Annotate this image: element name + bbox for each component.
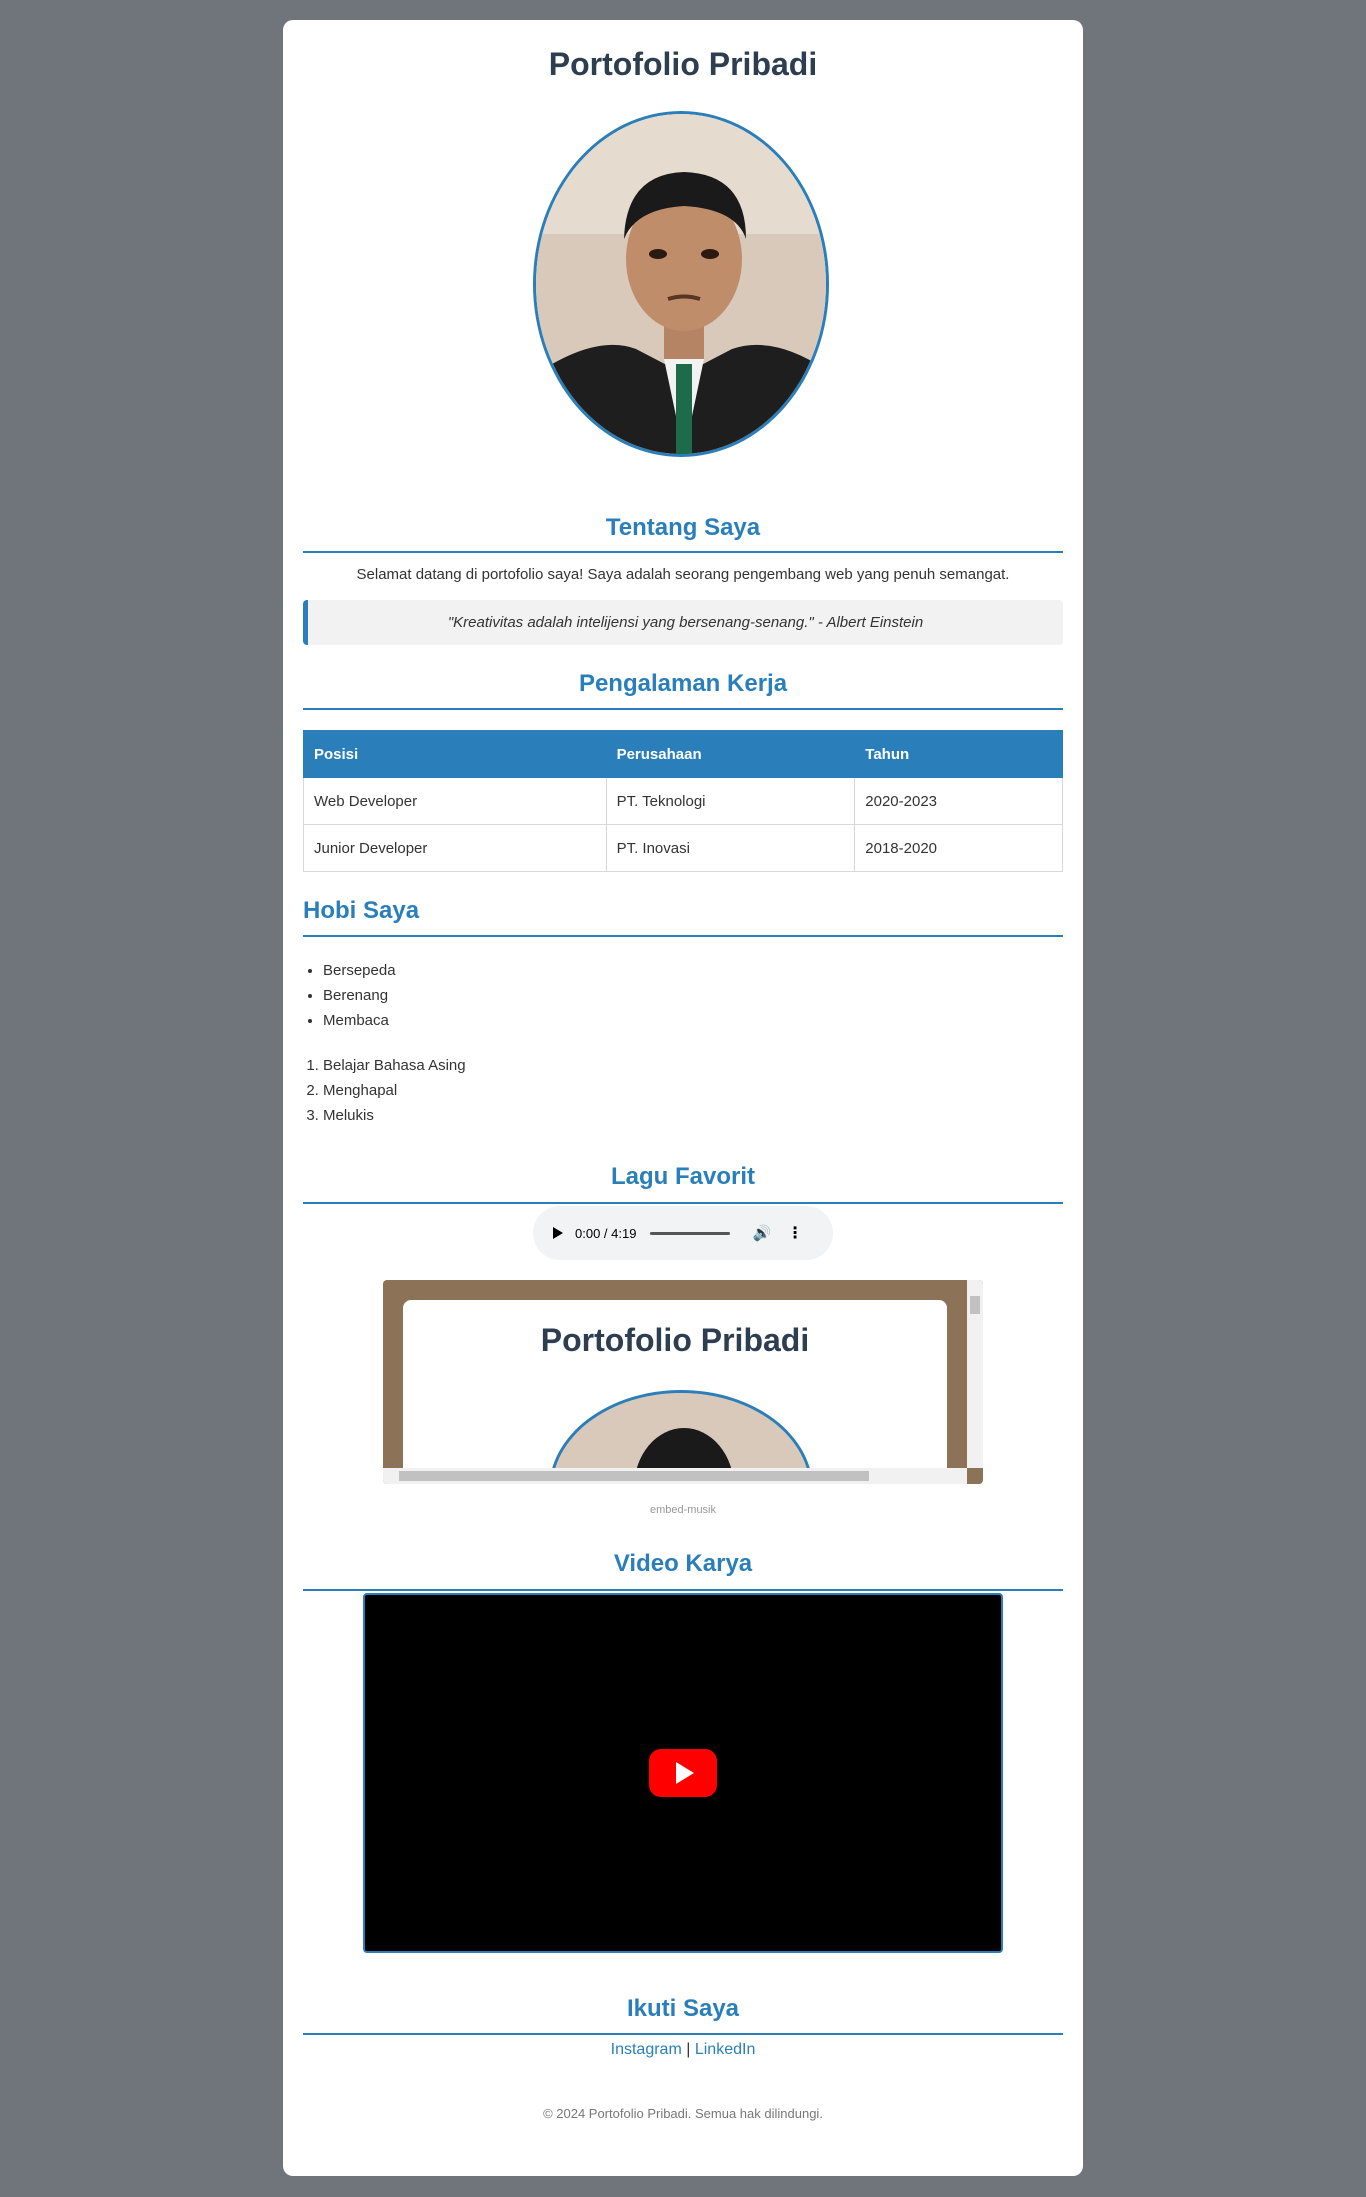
about-quote: "Kreativitas adalah intelijensi yang ber… xyxy=(303,600,1063,645)
embed-page-title: Portofolio Pribadi xyxy=(540,1322,810,1358)
embed-caption: embed-musik xyxy=(649,1504,717,1516)
embed-vertical-scrollbar[interactable] xyxy=(967,1280,983,1468)
table-header-cell: Tahun xyxy=(854,730,1063,778)
profile-photo xyxy=(533,111,829,457)
table-cell: PT. Inovasi xyxy=(605,824,856,872)
social-divider xyxy=(303,2033,1063,2035)
social-title: Ikuti Saya xyxy=(626,1995,740,2022)
table-row: Junior Developer PT. Inovasi 2018-2020 xyxy=(303,824,1063,872)
music-divider xyxy=(303,1202,1063,1204)
scrollbar-thumb[interactable] xyxy=(970,1296,980,1314)
scrollbar-thumb[interactable] xyxy=(399,1471,869,1481)
hobbies-divider xyxy=(303,935,1063,937)
table-cell: Junior Developer xyxy=(303,824,607,872)
list-item: Membaca xyxy=(323,1008,396,1033)
about-title: Tentang Saya xyxy=(605,514,761,541)
experience-table: Posisi Perusahaan Tahun Web Developer PT… xyxy=(303,730,1063,872)
audio-player[interactable]: 0:00 / 4:19 🔊 ⋮ xyxy=(533,1206,833,1260)
hobbies-title: Hobi Saya xyxy=(303,897,420,924)
list-item: Bersepeda xyxy=(323,958,396,983)
video-player[interactable] xyxy=(363,1593,1003,1953)
play-icon[interactable] xyxy=(553,1227,563,1239)
hobby-list: Bersepeda Berenang Membaca xyxy=(303,958,396,1033)
list-item: Melukis xyxy=(323,1103,466,1128)
linkedin-link[interactable]: LinkedIn xyxy=(695,2041,756,2058)
table-cell: Web Developer xyxy=(303,777,607,825)
audio-progress-slider[interactable] xyxy=(650,1231,731,1235)
list-item: Menghapal xyxy=(323,1078,466,1103)
video-title: Video Karya xyxy=(613,1550,753,1577)
volume-icon[interactable]: 🔊 xyxy=(752,1224,771,1242)
table-header-cell: Perusahaan xyxy=(605,730,856,778)
video-divider xyxy=(303,1589,1063,1591)
social-links: Instagram | LinkedIn xyxy=(303,2041,1063,2059)
embed-page: Portofolio Pribadi xyxy=(403,1300,947,1484)
footer-copyright: © 2024 Portofolio Pribadi. Semua hak dil… xyxy=(543,2106,823,2121)
list-item: Belajar Bahasa Asing xyxy=(323,1053,466,1078)
about-divider xyxy=(303,551,1063,553)
table-header-cell: Posisi xyxy=(303,730,607,778)
about-intro: Selamat datang di portofolio saya! Saya … xyxy=(356,566,1010,583)
instagram-link[interactable]: Instagram xyxy=(611,2041,682,2058)
audio-time: 0:00 / 4:19 xyxy=(575,1225,637,1241)
table-cell: 2018-2020 xyxy=(854,824,1063,872)
social-separator: | xyxy=(686,2041,691,2058)
list-item: Berenang xyxy=(323,983,396,1008)
learning-list: Belajar Bahasa Asing Menghapal Melukis xyxy=(303,1053,466,1128)
embed-horizontal-scrollbar[interactable] xyxy=(383,1468,967,1484)
table-cell: 2020-2023 xyxy=(854,777,1063,825)
music-embed-frame[interactable]: Portofolio Pribadi xyxy=(383,1280,983,1484)
table-header-row: Posisi Perusahaan Tahun xyxy=(303,730,1063,778)
experience-title: Pengalaman Kerja xyxy=(578,670,788,697)
more-options-icon[interactable]: ⋮ xyxy=(787,1223,803,1243)
table-cell: PT. Teknologi xyxy=(605,777,856,825)
portfolio-card: Portofolio Pribadi Tentang Saya Selamat … xyxy=(283,20,1083,2176)
youtube-play-icon[interactable] xyxy=(649,1749,717,1797)
profile-photo-image xyxy=(536,114,826,454)
experience-divider xyxy=(303,708,1063,710)
table-row: Web Developer PT. Teknologi 2020-2023 xyxy=(303,777,1063,825)
music-title: Lagu Favorit xyxy=(610,1163,755,1190)
page-title: Portofolio Pribadi xyxy=(548,46,818,82)
